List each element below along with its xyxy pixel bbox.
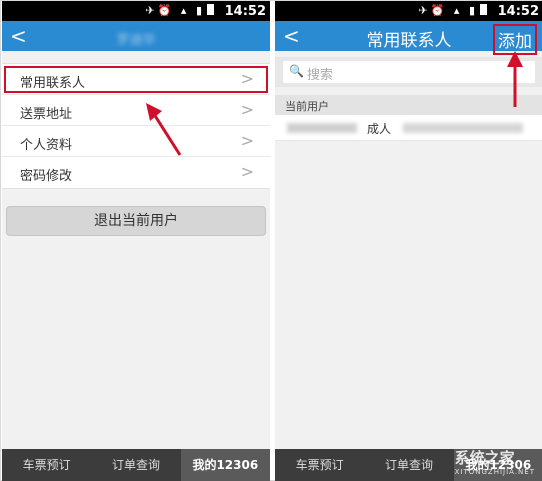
account-menu: 常用联系人 > 送票地址 > 个人资料 > 密码修改 > — [2, 63, 270, 189]
search-placeholder: 搜索 — [307, 68, 334, 83]
menu-item-delivery-address[interactable]: 送票地址 > — [2, 95, 270, 126]
tab-order-query[interactable]: 订单查询 — [91, 449, 180, 481]
bottom-tab-bar: 车票预订 订单查询 我的12306 — [2, 449, 270, 481]
status-time: 14:52 — [224, 4, 266, 19]
status-icons: ✈⏰ ▴ ▮ — [419, 4, 487, 17]
tab-my-12306[interactable]: 我的12306 — [180, 449, 270, 481]
status-time: 14:52 — [497, 4, 539, 19]
app-bar: < 罗迪华 — [2, 21, 270, 51]
section-header: 当前用户 — [275, 95, 542, 115]
search-icon: 🔍 — [289, 64, 304, 78]
app-bar: < 常用联系人 添加 — [275, 21, 542, 55]
left-phone-screen: ✈⏰ ▴ ▮ 14:52 < 罗迪华 常用联系人 > 送票地址 > 个人资料 >… — [2, 1, 270, 481]
contact-name-redacted — [287, 123, 357, 133]
right-phone-screen: ✈⏰ ▴ ▮ 14:52 < 常用联系人 添加 🔍 搜索 当前用户 成人 车票预… — [275, 1, 542, 481]
red-arrow-annotation-left — [146, 103, 182, 156]
chevron-right-icon: > — [240, 100, 254, 119]
menu-item-label: 常用联系人 — [20, 76, 86, 91]
search-input[interactable]: 🔍 搜索 — [283, 61, 535, 83]
menu-item-label: 个人资料 — [20, 138, 73, 153]
menu-item-profile[interactable]: 个人资料 > — [2, 126, 270, 157]
contact-id-redacted — [403, 123, 523, 133]
contact-row[interactable]: 成人 — [275, 115, 542, 141]
menu-item-label: 送票地址 — [20, 107, 73, 122]
status-bar: ✈⏰ ▴ ▮ 14:52 — [275, 1, 542, 21]
logout-button[interactable]: 退出当前用户 — [6, 206, 266, 236]
menu-item-label: 密码修改 — [20, 169, 73, 184]
status-bar: ✈⏰ ▴ ▮ 14:52 — [2, 1, 270, 21]
menu-item-contacts[interactable]: 常用联系人 > — [2, 64, 270, 95]
red-arrow-annotation-right — [507, 51, 523, 107]
watermark-text: 系统之家 — [454, 449, 515, 467]
screenshot-canvas: ✈⏰ ▴ ▮ 14:52 < 罗迪华 常用联系人 > 送票地址 > 个人资料 >… — [0, 0, 542, 481]
passenger-type: 成人 — [367, 122, 392, 136]
tab-ticket-booking[interactable]: 车票预订 — [275, 449, 364, 481]
search-bar: 🔍 搜索 — [275, 57, 542, 87]
tab-ticket-booking[interactable]: 车票预订 — [2, 449, 91, 481]
chevron-right-icon: > — [240, 131, 254, 150]
chevron-right-icon: > — [240, 162, 254, 181]
section-label: 当前用户 — [285, 100, 329, 113]
status-icons: ✈⏰ ▴ ▮ — [146, 4, 214, 17]
chevron-right-icon: > — [240, 69, 254, 88]
page-title: 罗迪华 — [116, 33, 156, 48]
tab-order-query[interactable]: 订单查询 — [364, 449, 453, 481]
menu-item-change-password[interactable]: 密码修改 > — [2, 157, 270, 188]
watermark-subtext: XITONGZHIJIA.NET — [454, 468, 535, 476]
watermark-logo: 系统之家 XITONGZHIJIA.NET — [455, 447, 535, 476]
